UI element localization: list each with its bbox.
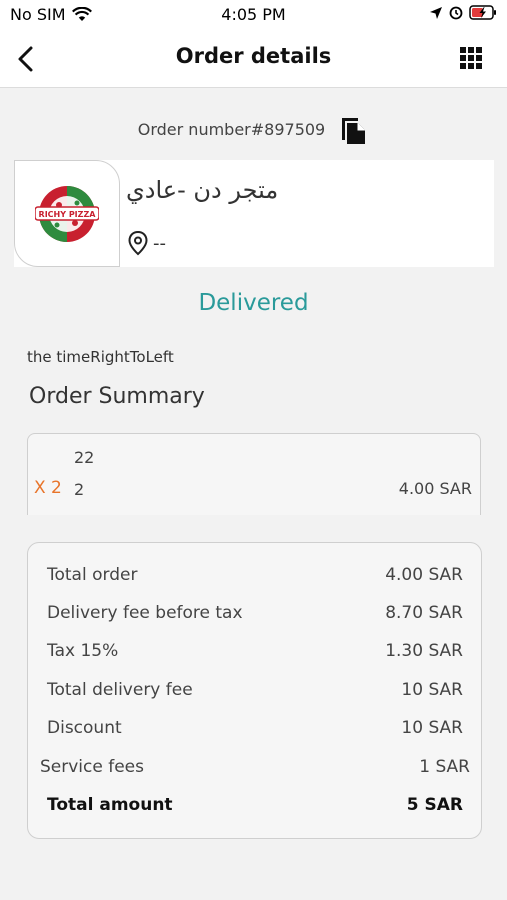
order-number-text: Order number#897509 — [138, 120, 325, 139]
row-label: Total delivery fee — [47, 680, 193, 700]
row-label: Delivery fee before tax — [47, 603, 243, 623]
order-totals-box: Total order 4.00 SAR Delivery fee before… — [27, 542, 482, 839]
order-number-value: 897509 — [264, 119, 326, 139]
battery-icon — [469, 5, 496, 20]
row-value: 1 SAR — [419, 757, 470, 777]
discount-row: Discount 10 SAR — [28, 718, 483, 742]
row-label: Service fees — [40, 757, 144, 777]
order-items-box: 22 X 2 2 4.00 SAR — [27, 433, 481, 515]
row-value: 8.70 SAR — [385, 603, 463, 623]
row-label: Total amount — [47, 795, 173, 815]
grid-menu-icon — [460, 47, 482, 69]
row-value: 4.00 SAR — [385, 565, 463, 585]
tax-row: Tax 15% 1.30 SAR — [28, 641, 483, 665]
row-label: Total order — [47, 565, 138, 585]
store-logo: RICHY PIZZA — [14, 160, 120, 267]
alarm-icon — [449, 6, 463, 19]
service-fees-row: Service fees 1 SAR — [28, 757, 483, 781]
page-title: Order details — [175, 44, 332, 68]
order-summary-title: Order Summary — [29, 384, 205, 409]
order-number-row: Order number#897509 — [0, 117, 507, 144]
item-price: 4.00 SAR — [398, 479, 472, 498]
store-card[interactable]: RICHY PIZZA متجر دن -عادي -- — [14, 160, 494, 267]
location-arrow-icon — [430, 6, 442, 19]
row-value: 1.30 SAR — [385, 641, 463, 661]
item-note: 22 — [74, 448, 95, 467]
total-order-row: Total order 4.00 SAR — [28, 565, 483, 589]
row-value: 10 SAR — [401, 680, 463, 700]
row-label: Tax 15% — [47, 641, 119, 661]
store-name: متجر دن -عادي — [126, 176, 279, 204]
total-delivery-fee-row: Total delivery fee 10 SAR — [28, 680, 483, 704]
store-location: -- — [127, 230, 166, 256]
pizza-logo-image: RICHY PIZZA — [35, 185, 99, 242]
item-quantity: X 2 — [34, 478, 62, 498]
location-pin-icon — [128, 230, 148, 256]
navigation-bar: Order details — [0, 30, 507, 88]
time-label: the timeRightToLeft — [27, 348, 174, 366]
row-value: 5 SAR — [406, 795, 463, 815]
item-name: 2 — [74, 480, 85, 499]
store-location-text: -- — [153, 232, 166, 254]
total-amount-row: Total amount 5 SAR — [28, 795, 483, 819]
status-bar: No SIM 4:05 PM — [0, 0, 507, 30]
order-status: Delivered — [198, 290, 309, 316]
row-value: 10 SAR — [401, 718, 463, 738]
copy-icon[interactable] — [339, 113, 369, 145]
menu-grid-button[interactable] — [459, 46, 483, 70]
order-number-label: Order number# — [137, 119, 265, 139]
status-icons — [429, 5, 497, 20]
svg-text:RICHY PIZZA: RICHY PIZZA — [39, 210, 97, 219]
row-label: Discount — [47, 718, 122, 738]
delivery-fee-before-tax-row: Delivery fee before tax 8.70 SAR — [28, 603, 483, 627]
